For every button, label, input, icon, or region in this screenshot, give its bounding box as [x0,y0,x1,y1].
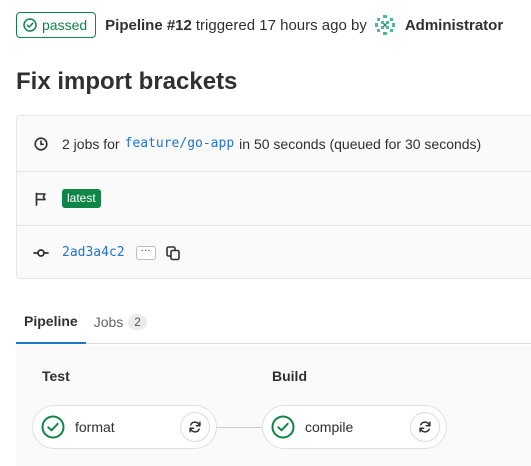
expand-commit-message-button[interactable]: ··· [135,245,156,260]
tab-pipeline[interactable]: Pipeline [16,300,86,344]
jobs-summary-row: 2 jobs for feature/go-app in 50 seconds … [17,116,531,172]
user-name-link[interactable]: Administrator [405,17,503,34]
retry-icon [419,421,431,433]
stage-title-test: Test [42,368,70,384]
tab-pipeline-label: Pipeline [24,313,78,329]
pipeline-title: Pipeline #12 [105,16,192,34]
stage-title-build: Build [272,368,307,384]
clock-icon [34,136,48,151]
commit-sha-link[interactable]: 2ad3a4c2 [62,245,125,260]
badges-row: latest [17,172,531,226]
check-circle-icon [23,18,37,32]
copy-icon[interactable] [165,245,181,261]
job-name: compile [305,419,354,435]
page-title: Fix import brackets [16,68,238,95]
status-badge[interactable]: passed [16,12,97,38]
latest-badge: latest [62,189,101,208]
triggered-text: triggered 17 hours ago by [195,16,367,34]
retry-button[interactable] [410,412,440,442]
job-format[interactable]: format [32,405,217,449]
pipeline-info-box: 2 jobs for feature/go-app in 50 seconds … [16,115,531,279]
retry-icon [189,421,201,433]
commit-row: 2ad3a4c2 ··· [17,226,531,279]
pipeline-header: passed Pipeline #12 triggered 17 hours a… [16,12,503,38]
avatar[interactable] [373,14,396,36]
tab-jobs-label: Jobs [93,314,124,330]
branch-link[interactable]: feature/go-app [125,136,235,151]
jobs-count-text: 2 jobs for [62,135,120,152]
commit-icon [33,248,49,257]
jobs-count-badge: 2 [128,314,147,330]
flag-icon [35,192,46,206]
tab-jobs[interactable]: Jobs 2 [86,300,155,344]
job-name: format [75,419,115,435]
pipeline-tabs: Pipeline Jobs 2 [16,300,531,344]
stage-connector [217,427,263,428]
retry-button[interactable] [180,412,210,442]
pipeline-graph: Test Build format compile [16,345,531,466]
job-compile[interactable]: compile [262,405,447,449]
check-circle-icon [271,415,295,439]
status-label: passed [42,17,88,33]
check-circle-icon [41,415,65,439]
duration-text: in 50 seconds (queued for 30 seconds) [239,135,482,152]
